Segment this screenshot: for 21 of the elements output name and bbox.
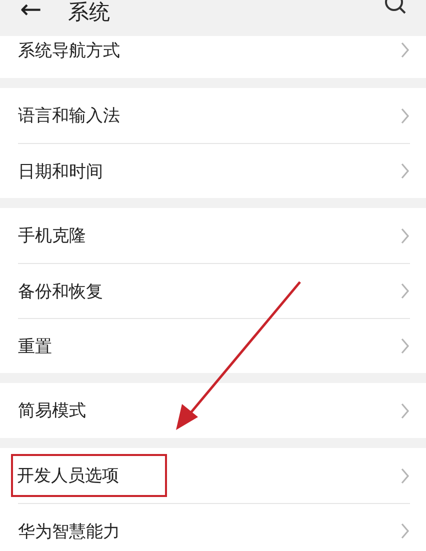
- chevron-icon: [400, 163, 410, 179]
- settings-item[interactable]: 简易模式: [18, 399, 86, 422]
- settings-item[interactable]: 日期和时间: [18, 160, 103, 182]
- settings-item[interactable]: 备份和恢复: [18, 280, 103, 302]
- chevron-icon: [400, 523, 410, 539]
- settings-item[interactable]: 系统导航方式: [18, 38, 120, 62]
- settings-item[interactable]: 重置: [18, 334, 52, 358]
- chevron-icon: [400, 228, 410, 244]
- chevron-icon: [400, 42, 410, 58]
- settings-item[interactable]: 华为智慧能力: [18, 520, 120, 542]
- chevron-icon: [400, 402, 410, 418]
- settings-item[interactable]: 语言和输入法: [18, 104, 120, 127]
- chevron-icon: [400, 108, 410, 124]
- chevron-icon: [400, 283, 410, 299]
- back-button[interactable]: ←: [20, 0, 42, 23]
- search-icon[interactable]: [384, 0, 408, 16]
- settings-item[interactable]: 手机克隆: [18, 224, 86, 247]
- page-title: 系统: [68, 1, 111, 24]
- chevron-icon: [400, 468, 410, 484]
- chevron-icon: [400, 338, 410, 354]
- settings-item[interactable]: 开发人员选项: [13, 456, 165, 495]
